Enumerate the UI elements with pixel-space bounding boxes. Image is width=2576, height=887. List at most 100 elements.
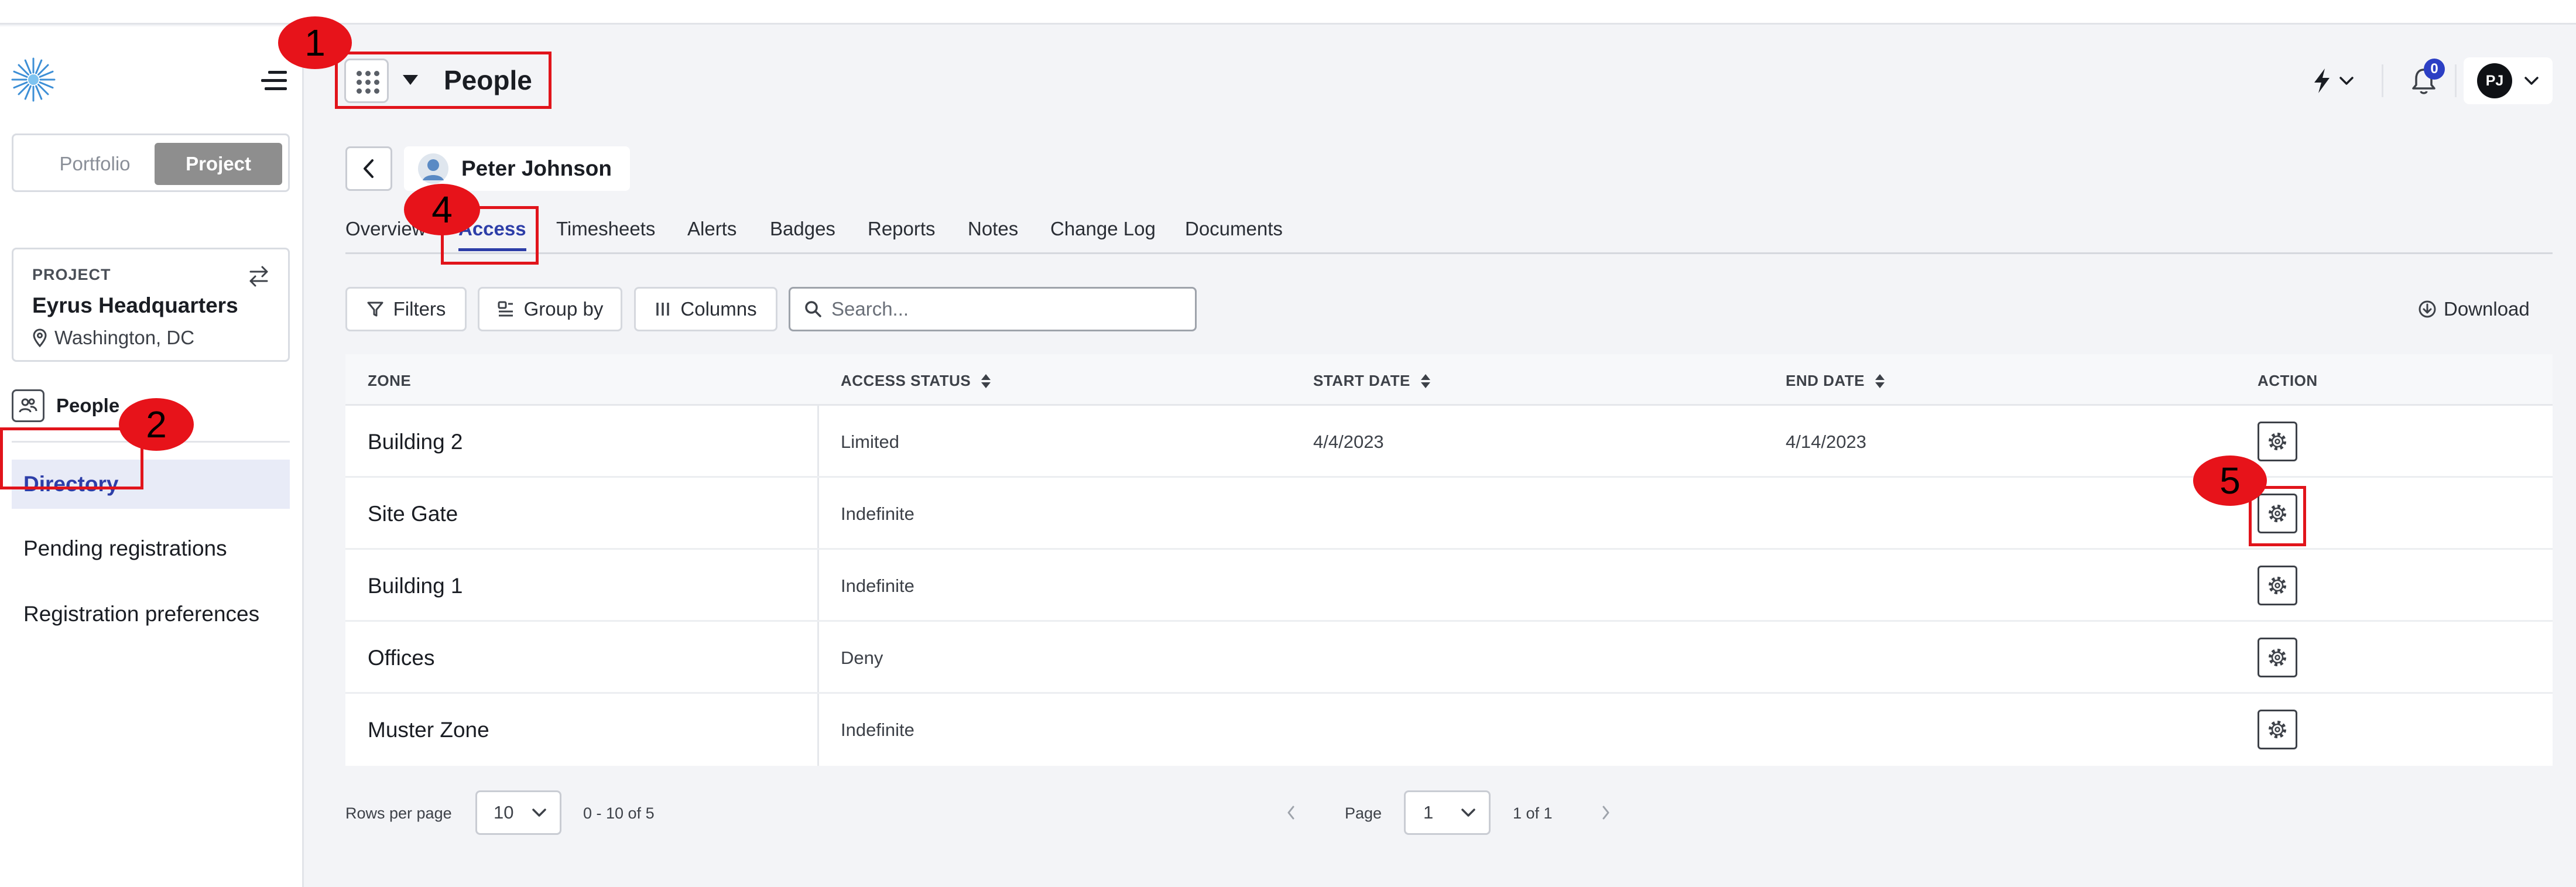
tab-timesheets[interactable]: Timesheets <box>556 218 655 240</box>
table-row: Building 1 Indefinite <box>345 550 2553 622</box>
tab-reports[interactable]: Reports <box>868 218 936 240</box>
search-input[interactable] <box>831 298 1183 320</box>
rows-per-page-label: Rows per page <box>345 804 452 822</box>
next-page-button[interactable] <box>1594 801 1618 824</box>
range-text: 0 - 10 of 5 <box>583 804 655 822</box>
column-header-start-date[interactable]: START DATE <box>1313 372 1430 390</box>
people-icon <box>12 389 44 422</box>
group-icon <box>498 301 513 317</box>
people-section-label: People <box>56 395 120 416</box>
quick-actions-button[interactable] <box>2298 57 2368 104</box>
start-date-cell: 4/4/2023 <box>1313 431 1384 452</box>
chevron-down-icon <box>2524 77 2539 85</box>
filters-button[interactable]: Filters <box>345 287 467 331</box>
filter-icon <box>367 302 383 317</box>
page-select[interactable]: 1 <box>1404 790 1491 835</box>
sort-icon[interactable] <box>1875 374 1885 388</box>
rows-per-page-select[interactable]: 10 <box>475 790 561 835</box>
chevron-left-icon <box>1287 806 1294 820</box>
chevron-down-icon <box>1461 809 1475 817</box>
table-row: Muster Zone Indefinite <box>345 694 2553 766</box>
gear-icon <box>2269 577 2286 594</box>
table-header: ZONE ACCESS STATUS START DATE END DATE A… <box>345 354 2553 406</box>
column-header-zone-label: ZONE <box>368 372 412 389</box>
column-header-start-date-label: START DATE <box>1313 372 1410 389</box>
gear-icon <box>2269 649 2286 666</box>
row-settings-button[interactable] <box>2258 638 2297 677</box>
access-status-cell: Limited <box>841 431 899 452</box>
access-status-cell: Indefinite <box>841 719 914 740</box>
avatar: PJ <box>2477 63 2512 98</box>
tab-badges[interactable]: Badges <box>770 218 835 240</box>
sidebar-item-registration-preferences[interactable]: Registration preferences <box>12 590 290 639</box>
annotation-box-2 <box>0 427 143 489</box>
notifications-button[interactable]: 0 <box>2400 57 2447 104</box>
zone-cell: Offices <box>368 645 435 670</box>
chevron-left-icon <box>364 159 374 178</box>
project-name: Eyrus Headquarters <box>32 293 238 317</box>
person-name: Peter Johnson <box>461 156 612 180</box>
menu-toggle-icon[interactable] <box>258 69 287 92</box>
tab-alerts[interactable]: Alerts <box>687 218 737 240</box>
portfolio-toggle-button[interactable]: Portfolio <box>31 143 159 185</box>
project-location: Washington, DC <box>32 327 194 349</box>
annotation-badge-4: 4 <box>404 184 480 235</box>
download-button[interactable]: Download <box>2418 293 2530 326</box>
filters-button-label: Filters <box>393 298 446 320</box>
gear-icon <box>2269 433 2286 450</box>
group-by-button[interactable]: Group by <box>478 287 622 331</box>
download-icon <box>2419 300 2436 318</box>
access-table: ZONE ACCESS STATUS START DATE END DATE A… <box>345 354 2553 766</box>
eyrus-logo-icon[interactable] <box>11 57 56 102</box>
column-header-end-date[interactable]: END DATE <box>1786 372 1885 390</box>
row-settings-button[interactable] <box>2258 422 2297 461</box>
columns-button[interactable]: Columns <box>634 287 777 331</box>
annotation-badge-2: 2 <box>119 398 194 451</box>
chevron-down-icon <box>532 809 546 817</box>
access-status-cell: Indefinite <box>841 575 914 596</box>
access-status-cell: Indefinite <box>841 503 914 524</box>
user-menu-button[interactable]: PJ <box>2464 57 2553 104</box>
chevron-down-icon <box>2339 77 2354 85</box>
back-button[interactable] <box>345 146 392 191</box>
column-header-end-date-label: END DATE <box>1786 372 1865 389</box>
sidebar-item-pending-registrations[interactable]: Pending registrations <box>12 524 290 573</box>
columns-icon <box>656 303 670 316</box>
column-header-action: ACTION <box>2258 372 2318 390</box>
page-label: Page <box>1345 804 1382 822</box>
tab-change-log[interactable]: Change Log <box>1050 218 1156 240</box>
sort-icon[interactable] <box>1420 374 1430 388</box>
tab-documents[interactable]: Documents <box>1185 218 1283 240</box>
download-button-label: Download <box>2444 298 2530 320</box>
previous-page-button[interactable] <box>1279 801 1303 824</box>
row-settings-button[interactable] <box>2258 566 2297 605</box>
zone-cell: Building 2 <box>368 429 463 454</box>
project-toggle-button[interactable]: Project <box>155 143 282 185</box>
people-section-header: People <box>12 389 119 422</box>
table-row: Offices Deny <box>345 622 2553 694</box>
zone-cell: Building 1 <box>368 573 463 598</box>
sort-icon[interactable] <box>981 374 991 388</box>
page-of-text: 1 of 1 <box>1513 804 1553 822</box>
search-field[interactable] <box>789 287 1197 331</box>
lightning-icon <box>2314 69 2330 93</box>
gear-icon <box>2269 721 2286 738</box>
zone-cell: Muster Zone <box>368 717 489 742</box>
project-card-label: PROJECT <box>32 266 111 283</box>
row-settings-button[interactable] <box>2258 710 2297 749</box>
tab-bar: Overview Access Timesheets Alerts Badges… <box>345 218 2553 254</box>
group-by-button-label: Group by <box>523 298 604 320</box>
project-card: PROJECT Eyrus Headquarters Washington, D… <box>12 248 290 362</box>
tab-notes[interactable]: Notes <box>968 218 1018 240</box>
column-header-action-label: ACTION <box>2258 372 2318 389</box>
top-strip <box>0 0 2576 25</box>
column-header-access-status[interactable]: ACCESS STATUS <box>841 372 991 390</box>
location-pin-icon <box>33 328 47 347</box>
switch-project-icon[interactable] <box>246 263 272 289</box>
zone-cell: Site Gate <box>368 501 458 526</box>
annotation-box-1 <box>335 52 551 109</box>
column-header-zone: ZONE <box>368 372 411 390</box>
access-status-cell: Deny <box>841 647 883 668</box>
chevron-right-icon <box>1602 806 1609 820</box>
end-date-cell: 4/14/2023 <box>1786 431 1866 452</box>
